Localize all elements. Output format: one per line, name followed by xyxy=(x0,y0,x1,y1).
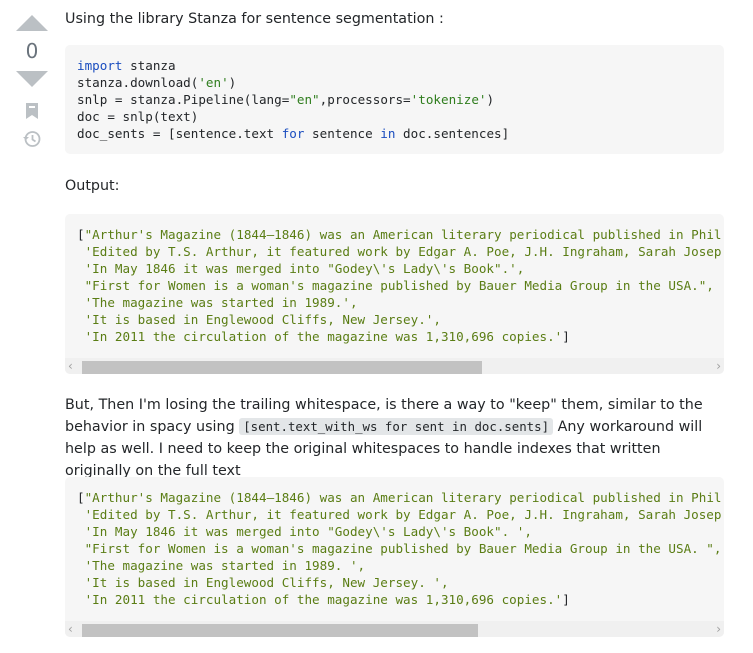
code-token: doc.sentences] xyxy=(395,126,510,141)
horizontal-scrollbar[interactable]: ‹ › xyxy=(65,621,724,637)
code-token: ,processors= xyxy=(319,92,411,107)
code-token: ) xyxy=(228,75,237,90)
code-token: "en" xyxy=(289,92,320,107)
code-token: 'tokenize' xyxy=(410,92,487,107)
code-token: doc_sents = [sentence.text xyxy=(77,126,282,141)
scroll-left-icon[interactable]: ‹ xyxy=(68,360,78,372)
code-token: sentence xyxy=(304,126,381,141)
code-token: 'en' xyxy=(198,75,229,90)
scrollbar-thumb[interactable] xyxy=(82,624,478,637)
code-token: [ xyxy=(77,490,85,505)
vote-count: 0 xyxy=(25,39,39,63)
code-token: for xyxy=(281,126,305,141)
code-line: "First for Women is a woman's magazine p… xyxy=(77,278,714,293)
inline-code: [sent.text_with_ws for sent in doc.sents… xyxy=(239,418,554,435)
scroll-right-icon[interactable]: › xyxy=(711,623,721,635)
code-line: 'It is based in Englewood Cliffs, New Je… xyxy=(77,312,441,327)
code-line: 'The magazine was started in 1989. ', xyxy=(77,558,366,573)
code-token: 'In 2011 the circulation of the magazine… xyxy=(77,329,563,344)
code-token: ] xyxy=(562,592,570,607)
code-token: snlp = stanza.Pipeline(lang= xyxy=(77,92,290,107)
code-token: 'In 2011 the circulation of the magazine… xyxy=(77,592,563,607)
code-token: in xyxy=(380,126,396,141)
code-content: ["Arthur's Magazine (1844–1846) was an A… xyxy=(65,214,724,345)
scroll-left-icon[interactable]: ‹ xyxy=(68,623,78,635)
code-line: 'Edited by T.S. Arthur, it featured work… xyxy=(77,507,722,522)
code-line: 'In May 1846 it was merged into "Godey\'… xyxy=(77,261,525,276)
scroll-right-icon[interactable]: › xyxy=(711,360,721,372)
code-token: import xyxy=(77,58,123,73)
code-content: ["Arthur's Magazine (1844–1846) was an A… xyxy=(65,477,724,608)
code-line: "First for Women is a woman's magazine p… xyxy=(77,541,722,556)
scrollbar-thumb[interactable] xyxy=(82,361,482,374)
code-line: doc = snlp(text) xyxy=(77,109,199,124)
code-token: ) xyxy=(486,92,495,107)
vote-column: 0 xyxy=(0,0,64,149)
intro-text: Using the library Stanza for sentence se… xyxy=(65,11,444,27)
code-token: [ xyxy=(77,227,85,242)
code-token: "Arthur's Magazine (1844–1846) was an Am… xyxy=(84,227,722,242)
code-content: import stanza stanza.download('en') snlp =… xyxy=(65,45,724,142)
question-text: But, Then I'm losing the trailing whites… xyxy=(65,394,725,482)
history-icon[interactable] xyxy=(22,129,42,149)
code-line: 'It is based in Englewood Cliffs, New Je… xyxy=(77,575,449,590)
horizontal-scrollbar[interactable]: ‹ › xyxy=(65,358,724,374)
output-label: Output: xyxy=(65,178,120,194)
code-block-output: ["Arthur's Magazine (1844–1846) was an A… xyxy=(65,214,724,374)
downvote-arrow-icon[interactable] xyxy=(16,71,48,87)
code-token: ] xyxy=(562,329,570,344)
code-line: 'The magazine was started in 1989.', xyxy=(77,295,358,310)
code-token: "Arthur's Magazine (1844–1846) was an Am… xyxy=(84,490,722,505)
code-token: stanza.download( xyxy=(77,75,199,90)
code-token: stanza xyxy=(122,58,176,73)
code-block-stanza: import stanza stanza.download('en') snlp =… xyxy=(65,45,724,154)
bookmark-icon[interactable] xyxy=(23,101,41,121)
upvote-arrow-icon[interactable] xyxy=(16,15,48,31)
code-line: 'In May 1846 it was merged into "Godey\'… xyxy=(77,524,532,539)
code-block-expected: ["Arthur's Magazine (1844–1846) was an A… xyxy=(65,477,724,637)
code-line: 'Edited by T.S. Arthur, it featured work… xyxy=(77,244,722,259)
